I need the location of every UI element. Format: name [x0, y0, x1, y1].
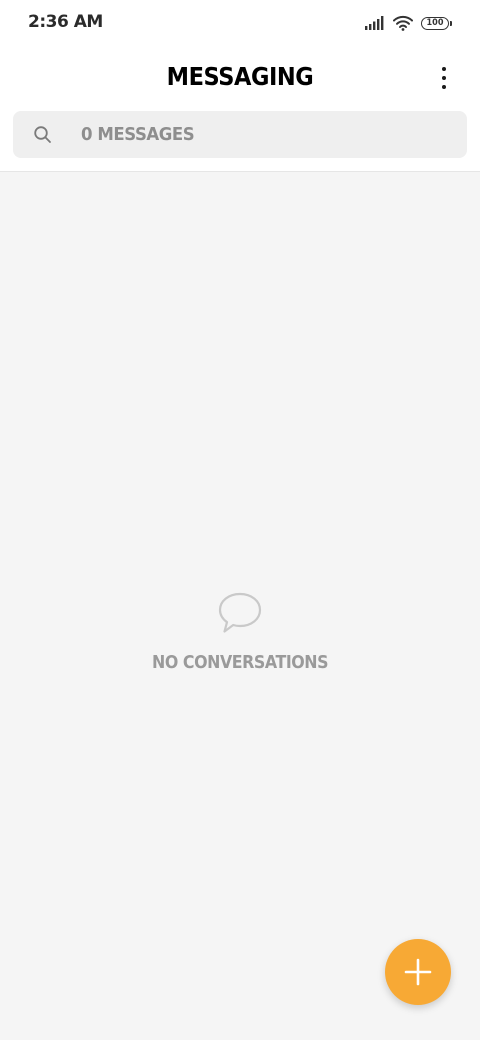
new-conversation-button[interactable] [385, 939, 451, 1005]
chat-bubble-icon [218, 592, 262, 633]
more-vertical-icon-dot [442, 85, 446, 89]
search-input[interactable]: 0 MESSAGES [13, 111, 467, 158]
status-time: 2:36 AM [28, 12, 103, 32]
signal-icon [365, 16, 384, 30]
battery-tip [450, 20, 452, 26]
more-options-button[interactable] [432, 64, 456, 92]
wifi-icon [393, 15, 413, 31]
battery-icon: 100 [421, 16, 449, 30]
more-vertical-icon-dot [442, 67, 446, 71]
plus-icon [404, 958, 432, 986]
battery-level: 100 [426, 17, 444, 28]
page-title: MESSAGING [166, 62, 314, 91]
messaging-screen: 2:36 AM 100 MESSAGING 0 MESSAGES NO CONV… [0, 0, 480, 1040]
search-icon [34, 126, 51, 143]
app-header: MESSAGING [0, 46, 480, 108]
search-placeholder: 0 MESSAGES [81, 124, 195, 145]
status-icons: 100 [365, 13, 452, 33]
search-area: 0 MESSAGES [0, 108, 480, 172]
empty-state-label: NO CONVERSATIONS [151, 652, 329, 673]
status-bar: 2:36 AM 100 [0, 0, 480, 46]
more-vertical-icon-dot [442, 76, 446, 80]
empty-state: NO CONVERSATIONS [0, 590, 480, 673]
